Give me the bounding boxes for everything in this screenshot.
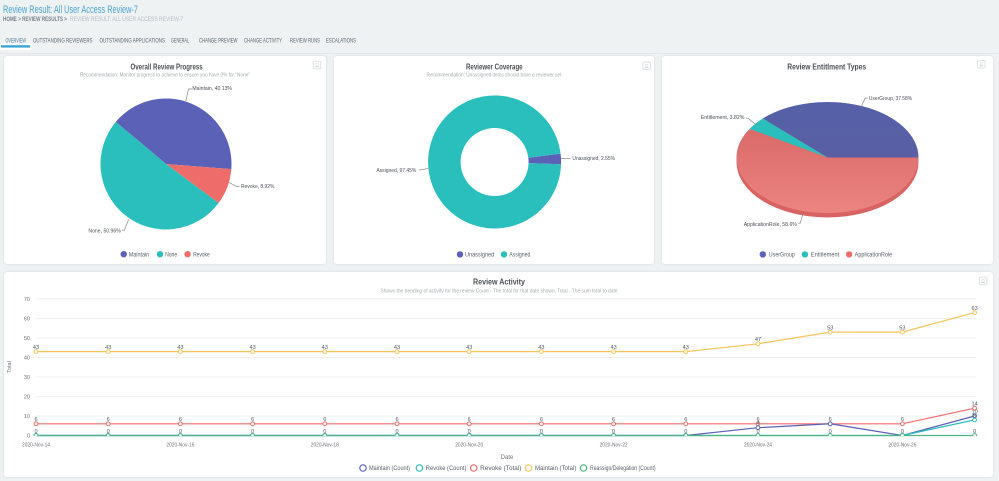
svg-text:Review Entitlment Types: Review Entitlment Types (787, 61, 866, 71)
svg-text:Shows the trending of activity: Shows the trending of activity for the r… (381, 289, 618, 295)
svg-text:OUTSTANDING APPLICATIONS: OUTSTANDING APPLICATIONS (100, 38, 166, 45)
svg-text:Recommendation: Unassigned ite: Recommendation: Unassigned items should … (427, 72, 563, 78)
svg-text:0: 0 (756, 429, 759, 435)
svg-text:UserGroup: UserGroup (769, 252, 796, 259)
svg-text:Revoke (Total): Revoke (Total) (480, 465, 521, 472)
svg-text:Maintain (Total): Maintain (Total) (535, 465, 576, 472)
svg-text:50: 50 (24, 336, 30, 342)
svg-text:2020-Nov-22: 2020-Nov-22 (600, 443, 628, 449)
svg-text:10: 10 (24, 414, 30, 420)
svg-text:30: 30 (24, 375, 30, 381)
svg-text:6: 6 (107, 417, 110, 423)
svg-text:Total: Total (7, 361, 13, 373)
svg-text:43: 43 (33, 345, 39, 351)
svg-text:Assigned: Assigned (509, 252, 530, 259)
svg-text:CHANGE PREVIEW: CHANGE PREVIEW (199, 38, 238, 45)
svg-text:43: 43 (177, 345, 183, 351)
svg-text:60: 60 (24, 316, 30, 322)
svg-text:6: 6 (901, 417, 904, 423)
svg-text:Revoke, 8.92%: Revoke, 8.92% (241, 184, 274, 190)
svg-text:REVIEW RUNS: REVIEW RUNS (290, 38, 320, 45)
svg-text:ESCALATIONS: ESCALATIONS (326, 38, 356, 45)
svg-text:Recommendation: Monitor progre: Recommendation: Monitor progress to achi… (80, 72, 250, 78)
svg-text:43: 43 (683, 345, 689, 351)
svg-text:Revoke: Revoke (193, 251, 210, 258)
svg-text:43: 43 (105, 345, 111, 351)
svg-text:Unassigned: Unassigned (465, 252, 494, 259)
svg-text:14: 14 (971, 402, 977, 408)
svg-text:Reviewer Coverage: Reviewer Coverage (466, 61, 523, 71)
svg-text:53: 53 (899, 326, 905, 332)
svg-text:0: 0 (107, 429, 110, 435)
svg-text:0: 0 (395, 429, 398, 435)
svg-text:Date: Date (501, 455, 514, 461)
svg-text:Revoke (Count): Revoke (Count) (426, 465, 467, 472)
svg-text:4: 4 (756, 421, 759, 427)
svg-text:Reassign/Delegation (Count): Reassign/Delegation (Count) (590, 465, 656, 472)
svg-text:43: 43 (538, 345, 544, 351)
svg-text:2020-Nov-16: 2020-Nov-16 (166, 443, 194, 449)
svg-text:Entitlement, 3.82%: Entitlement, 3.82% (701, 115, 745, 121)
svg-text:Overall Review Progress: Overall Review Progress (130, 61, 203, 71)
svg-text:Review Result: All User Access: Review Result: All User Access Review-7 (3, 4, 138, 16)
svg-text:GENERAL: GENERAL (171, 38, 189, 45)
svg-text:6: 6 (540, 417, 543, 423)
svg-text:Maintain: Maintain (129, 251, 149, 258)
svg-text:CHANGE ACTIVITY: CHANGE ACTIVITY (244, 38, 282, 45)
svg-text:6: 6 (395, 417, 398, 423)
svg-text:ApplicationRole: ApplicationRole (855, 252, 893, 259)
svg-text:0: 0 (323, 429, 326, 435)
svg-text:6: 6 (684, 417, 687, 423)
svg-text:2020-Nov-18: 2020-Nov-18 (311, 443, 339, 449)
svg-text:70: 70 (24, 297, 30, 303)
svg-text:2020-Nov-14: 2020-Nov-14 (22, 443, 50, 449)
svg-text:6: 6 (612, 417, 615, 423)
svg-text:2020-Nov-24: 2020-Nov-24 (744, 443, 772, 449)
svg-text:6: 6 (179, 417, 182, 423)
svg-text:Maintain (Count): Maintain (Count) (369, 465, 410, 472)
svg-text:43: 43 (466, 345, 472, 351)
svg-text:REVIEW RESULT: ALL USER ACCESS: REVIEW RESULT: ALL USER ACCESS REVIEW-7 (70, 16, 183, 23)
svg-text:Maintain, 40.13%: Maintain, 40.13% (192, 86, 232, 92)
svg-text:0: 0 (251, 429, 254, 435)
svg-text:6: 6 (468, 417, 471, 423)
svg-text:ApplicationRole, 58.6%: ApplicationRole, 58.6% (744, 222, 797, 228)
svg-text:None: None (165, 251, 178, 258)
svg-text:2020-Nov-20: 2020-Nov-20 (455, 443, 483, 449)
svg-text:0: 0 (973, 429, 976, 435)
svg-text:6: 6 (323, 417, 326, 423)
svg-text:0: 0 (684, 429, 687, 435)
svg-text:0: 0 (34, 429, 37, 435)
svg-text:Unassigned, 2.55%: Unassigned, 2.55% (572, 156, 615, 162)
svg-text:8: 8 (973, 413, 976, 419)
svg-text:43: 43 (249, 345, 255, 351)
svg-text:6: 6 (829, 417, 832, 423)
svg-text:HOME > REVIEW RESULTS >: HOME > REVIEW RESULTS > (3, 16, 67, 23)
svg-text:43: 43 (322, 345, 328, 351)
svg-text:None, 50.96%: None, 50.96% (88, 229, 120, 235)
svg-text:Entitlement: Entitlement (811, 252, 840, 259)
svg-text:2020-Nov-26: 2020-Nov-26 (888, 443, 916, 449)
svg-text:Review Activity: Review Activity (473, 276, 525, 286)
svg-text:47: 47 (755, 337, 761, 343)
svg-text:0: 0 (468, 429, 471, 435)
svg-text:6: 6 (34, 417, 37, 423)
svg-text:OUTSTANDING REVIEWERS: OUTSTANDING REVIEWERS (33, 38, 93, 45)
svg-text:0: 0 (27, 434, 30, 440)
svg-text:40: 40 (24, 355, 30, 361)
svg-text:20: 20 (24, 394, 30, 400)
svg-text:63: 63 (971, 306, 977, 312)
svg-text:UserGroup, 37.58%: UserGroup, 37.58% (869, 96, 912, 102)
svg-text:OVERVIEW: OVERVIEW (6, 38, 27, 45)
svg-text:0: 0 (540, 429, 543, 435)
svg-text:0: 0 (901, 429, 904, 435)
svg-text:43: 43 (394, 345, 400, 351)
svg-text:6: 6 (251, 417, 254, 423)
svg-text:43: 43 (610, 345, 616, 351)
svg-text:Assigned, 97.45%: Assigned, 97.45% (376, 168, 416, 174)
svg-text:0: 0 (612, 429, 615, 435)
svg-text:0: 0 (179, 429, 182, 435)
svg-text:0: 0 (829, 429, 832, 435)
svg-text:53: 53 (827, 326, 833, 332)
